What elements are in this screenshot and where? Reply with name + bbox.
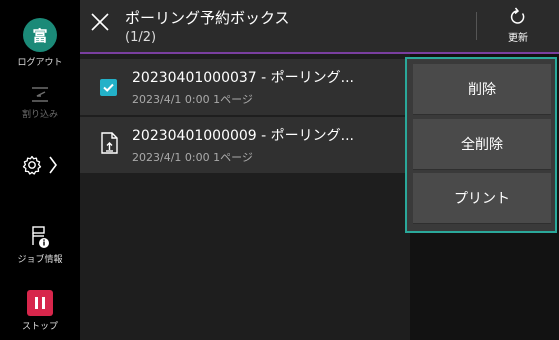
- interrupt-icon: [32, 87, 48, 102]
- refresh-icon: [510, 7, 525, 24]
- refresh-label: 更新: [508, 33, 528, 44]
- job-meta: 2023/4/1 0:00 1ページ: [132, 151, 253, 164]
- page-title: ポーリング予約ボックス: [125, 9, 290, 27]
- action-menu: 削除 全削除 プリント: [405, 57, 557, 233]
- delete-button[interactable]: 削除: [413, 64, 551, 115]
- print-button[interactable]: プリント: [413, 173, 551, 224]
- interrupt-button[interactable]: 割り込み: [0, 84, 80, 120]
- checkbox-checked[interactable]: [100, 79, 117, 96]
- header-divider: [476, 12, 477, 40]
- job-info-button[interactable]: ジョブ情報: [0, 225, 80, 265]
- header: ポーリング予約ボックス (1/2) 更新: [80, 0, 559, 54]
- job-meta: 2023/4/1 0:00 1ページ: [132, 93, 253, 106]
- pause-icon: [27, 290, 53, 316]
- document-upload-icon: [101, 132, 118, 154]
- delete-all-button[interactable]: 全削除: [413, 119, 551, 170]
- stop-button[interactable]: ストップ: [0, 290, 80, 332]
- list-item[interactable]: 20230401000009 - ポーリング... 2023/4/1 0:00 …: [80, 117, 410, 173]
- gear-icon: [22, 155, 42, 175]
- job-title: 20230401000037 - ポーリング...: [132, 70, 355, 86]
- stop-label: ストップ: [21, 322, 58, 332]
- job-info-label: ジョブ情報: [17, 255, 63, 265]
- check-icon: [103, 83, 114, 92]
- chevron-right-icon: [49, 156, 57, 174]
- sidebar: 富 ログアウト 割り込み ジョブ情報 ストップ: [0, 0, 80, 340]
- list-item[interactable]: 20230401000037 - ポーリング... 2023/4/1 0:00 …: [80, 59, 410, 115]
- logout-button[interactable]: 富 ログアウト: [0, 18, 80, 68]
- page-indicator: (1/2): [125, 30, 157, 45]
- interrupt-label: 割り込み: [21, 110, 58, 120]
- close-icon[interactable]: [88, 10, 112, 34]
- refresh-button[interactable]: 更新: [500, 6, 536, 44]
- job-info-icon: [32, 226, 49, 248]
- job-title: 20230401000009 - ポーリング...: [132, 128, 355, 144]
- avatar: 富: [23, 18, 57, 52]
- settings-button[interactable]: [0, 154, 80, 176]
- job-list: 20230401000037 - ポーリング... 2023/4/1 0:00 …: [80, 54, 410, 340]
- logout-label: ログアウト: [17, 58, 63, 68]
